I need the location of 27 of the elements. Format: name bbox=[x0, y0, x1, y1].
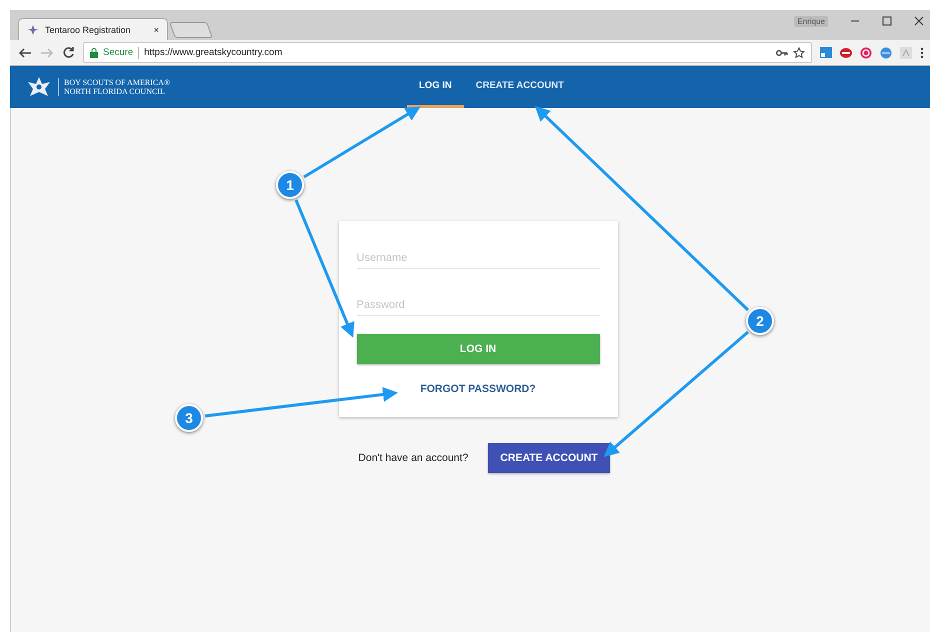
extension-icon[interactable] bbox=[820, 46, 832, 58]
key-icon[interactable] bbox=[776, 48, 788, 56]
reload-icon[interactable] bbox=[62, 46, 75, 59]
maximize-icon[interactable] bbox=[882, 16, 892, 26]
signup-prompt: Don't have an account? bbox=[358, 452, 468, 464]
password-field[interactable]: Password bbox=[356, 295, 600, 316]
stop-sign-icon[interactable] bbox=[840, 46, 852, 58]
nav-tab[interactable]: CREATE ACCOUNT bbox=[464, 66, 576, 108]
close-icon[interactable] bbox=[914, 16, 924, 26]
back-icon[interactable] bbox=[18, 46, 32, 58]
browser-tab[interactable]: Tentaroo Registration × bbox=[18, 18, 168, 40]
clock-icon[interactable] bbox=[860, 46, 872, 58]
menu-icon[interactable] bbox=[920, 46, 924, 58]
star-icon[interactable] bbox=[793, 46, 805, 58]
profile-name[interactable]: Enrique bbox=[794, 16, 828, 26]
lock-icon bbox=[90, 48, 98, 58]
brand-name: BOY SCOUTS OF AMERICA® bbox=[64, 78, 170, 87]
username-field[interactable]: Username bbox=[356, 248, 600, 269]
council-name: NORTH FLORIDA COUNCIL bbox=[64, 87, 166, 96]
url-text: https://www.greatskycountry.com bbox=[144, 47, 284, 58]
security-label: Secure bbox=[103, 47, 134, 58]
tab-title: Tentaroo Registration bbox=[45, 24, 132, 34]
create-account-button[interactable]: CREATE ACCOUNT bbox=[488, 443, 610, 473]
forgot-password-link[interactable]: FORGOT PASSWORD? bbox=[420, 383, 536, 395]
extension-icon[interactable] bbox=[880, 46, 892, 58]
close-icon[interactable]: × bbox=[154, 24, 159, 34]
address-bar[interactable]: Secure https://www.greatskycountry.com bbox=[83, 42, 812, 63]
